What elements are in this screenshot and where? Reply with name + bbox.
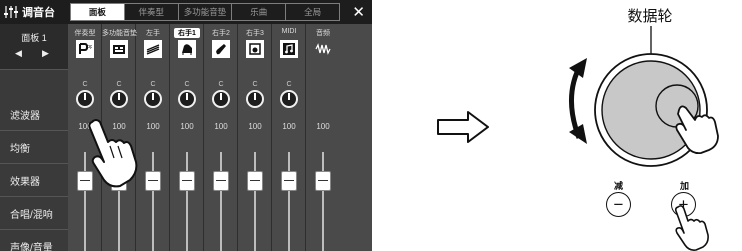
tab-panel[interactable]: 面板 (71, 4, 125, 20)
fader-thumb[interactable] (145, 171, 161, 191)
pan-knob[interactable] (246, 90, 264, 108)
pointing-hand-icon (88, 119, 138, 188)
fader-track (254, 152, 256, 251)
channel-label[interactable]: 左手 (136, 28, 170, 38)
sidebar-item-chorus-reverb[interactable]: 合唱/混响 (0, 197, 68, 230)
mixer-sliders-icon (4, 6, 18, 18)
fader-thumb[interactable] (179, 171, 195, 191)
audio-wave-icon[interactable] (314, 40, 332, 58)
dec-button[interactable]: − (606, 192, 631, 217)
pan-knob[interactable] (110, 90, 128, 108)
mixer-sidebar: 面板 1 ◀ ▶ 滤波器 均衡 效果器 合唱/混响 声像/音量 (0, 24, 68, 251)
channel-label[interactable]: MIDI (272, 28, 306, 35)
mixer-tabs: 面板 伴奏型 多功能音垫 乐曲 全局 (70, 3, 340, 21)
volume-value: 100 (248, 122, 262, 131)
channel-strip-audio: 音频 100 (306, 24, 340, 251)
pan-knob[interactable] (76, 90, 94, 108)
pan-knob[interactable] (178, 90, 196, 108)
mixer-title-bar: 调音台 面板 伴奏型 多功能音垫 乐曲 全局 ✕ (0, 0, 372, 24)
dec-label: 减 (614, 181, 624, 191)
sidebar-item-filter[interactable]: 滤波器 (0, 98, 68, 131)
mixer-title: 调音台 (4, 0, 55, 24)
volume-value: 100 (180, 122, 194, 131)
channel-label[interactable]: 音频 (306, 28, 340, 38)
svg-text:pp: pp (87, 44, 92, 50)
channel-label[interactable]: 多功能音垫 (102, 28, 137, 38)
panel-selector-label: 面板 1 (21, 33, 47, 43)
panel-prev-button[interactable]: ◀ (15, 48, 22, 59)
panel-selector: 面板 1 ◀ ▶ (0, 24, 68, 70)
tab-style[interactable]: 伴奏型 (125, 4, 179, 20)
tab-multipad[interactable]: 多功能音垫 (179, 4, 233, 20)
piano-icon[interactable] (178, 40, 196, 58)
volume-value: 100 (282, 122, 296, 131)
fader-track (152, 152, 154, 251)
pan-knob[interactable] (144, 90, 162, 108)
channel-label[interactable]: 右手2 (204, 28, 238, 38)
data-dial[interactable] (555, 20, 735, 170)
pan-center-label: C (184, 81, 190, 88)
channel-label[interactable]: 右手3 (238, 28, 272, 38)
channel-strip-midi: MIDI C 100 (272, 24, 306, 251)
fader-track (186, 152, 188, 251)
pan-center-label: C (286, 81, 292, 88)
fader-track (220, 152, 222, 251)
pan-center-label: C (150, 81, 156, 88)
pointing-hand-icon (674, 205, 709, 251)
channel-strip-right1: 右手1 C 100 (170, 24, 204, 251)
volume-value: 100 (316, 122, 330, 131)
multipad-icon[interactable] (110, 40, 128, 58)
mixer-panel: 调音台 面板 伴奏型 多功能音垫 乐曲 全局 ✕ 面板 1 ◀ ▶ 滤波器 均衡… (0, 0, 372, 251)
inc-label: 加 (680, 181, 690, 191)
pan-knob[interactable] (280, 90, 298, 108)
style-icon[interactable]: pp (76, 40, 94, 58)
tab-master[interactable]: 全局 (286, 4, 339, 20)
sidebar-item-pan-volume[interactable]: 声像/音量 (0, 230, 68, 251)
pan-center-label: C (82, 81, 88, 88)
bass-icon[interactable] (246, 40, 264, 58)
fader-track (288, 152, 290, 251)
channel-strip-right3: 右手3 C 100 (238, 24, 272, 251)
mixer-title-text: 调音台 (22, 7, 55, 19)
tab-song[interactable]: 乐曲 (232, 4, 287, 20)
pan-center-label: C (116, 81, 122, 88)
fader-thumb[interactable] (247, 171, 263, 191)
fader-track (322, 152, 324, 251)
pan-center-label: C (218, 81, 224, 88)
fader-thumb[interactable] (281, 171, 297, 191)
channel-label-selected[interactable]: 右手1 (174, 28, 200, 38)
panel-next-button[interactable]: ▶ (42, 48, 49, 59)
pan-knob[interactable] (212, 90, 230, 108)
strings-icon[interactable] (144, 40, 162, 58)
pan-center-label: C (252, 81, 258, 88)
sidebar-item-eq[interactable]: 均衡 (0, 131, 68, 164)
minus-icon: − (613, 195, 624, 214)
channel-label[interactable]: 伴奏型 (68, 28, 102, 38)
volume-value: 100 (214, 122, 228, 131)
right-arrow-icon (437, 111, 489, 143)
guitar-icon[interactable] (212, 40, 230, 58)
fader-thumb[interactable] (213, 171, 229, 191)
sidebar-item-effect[interactable]: 效果器 (0, 164, 68, 197)
midi-note-icon[interactable] (280, 40, 298, 58)
close-button[interactable]: ✕ (352, 0, 365, 24)
channel-strip-right2: 右手2 C 100 (204, 24, 238, 251)
fader-thumb[interactable] (315, 171, 331, 191)
